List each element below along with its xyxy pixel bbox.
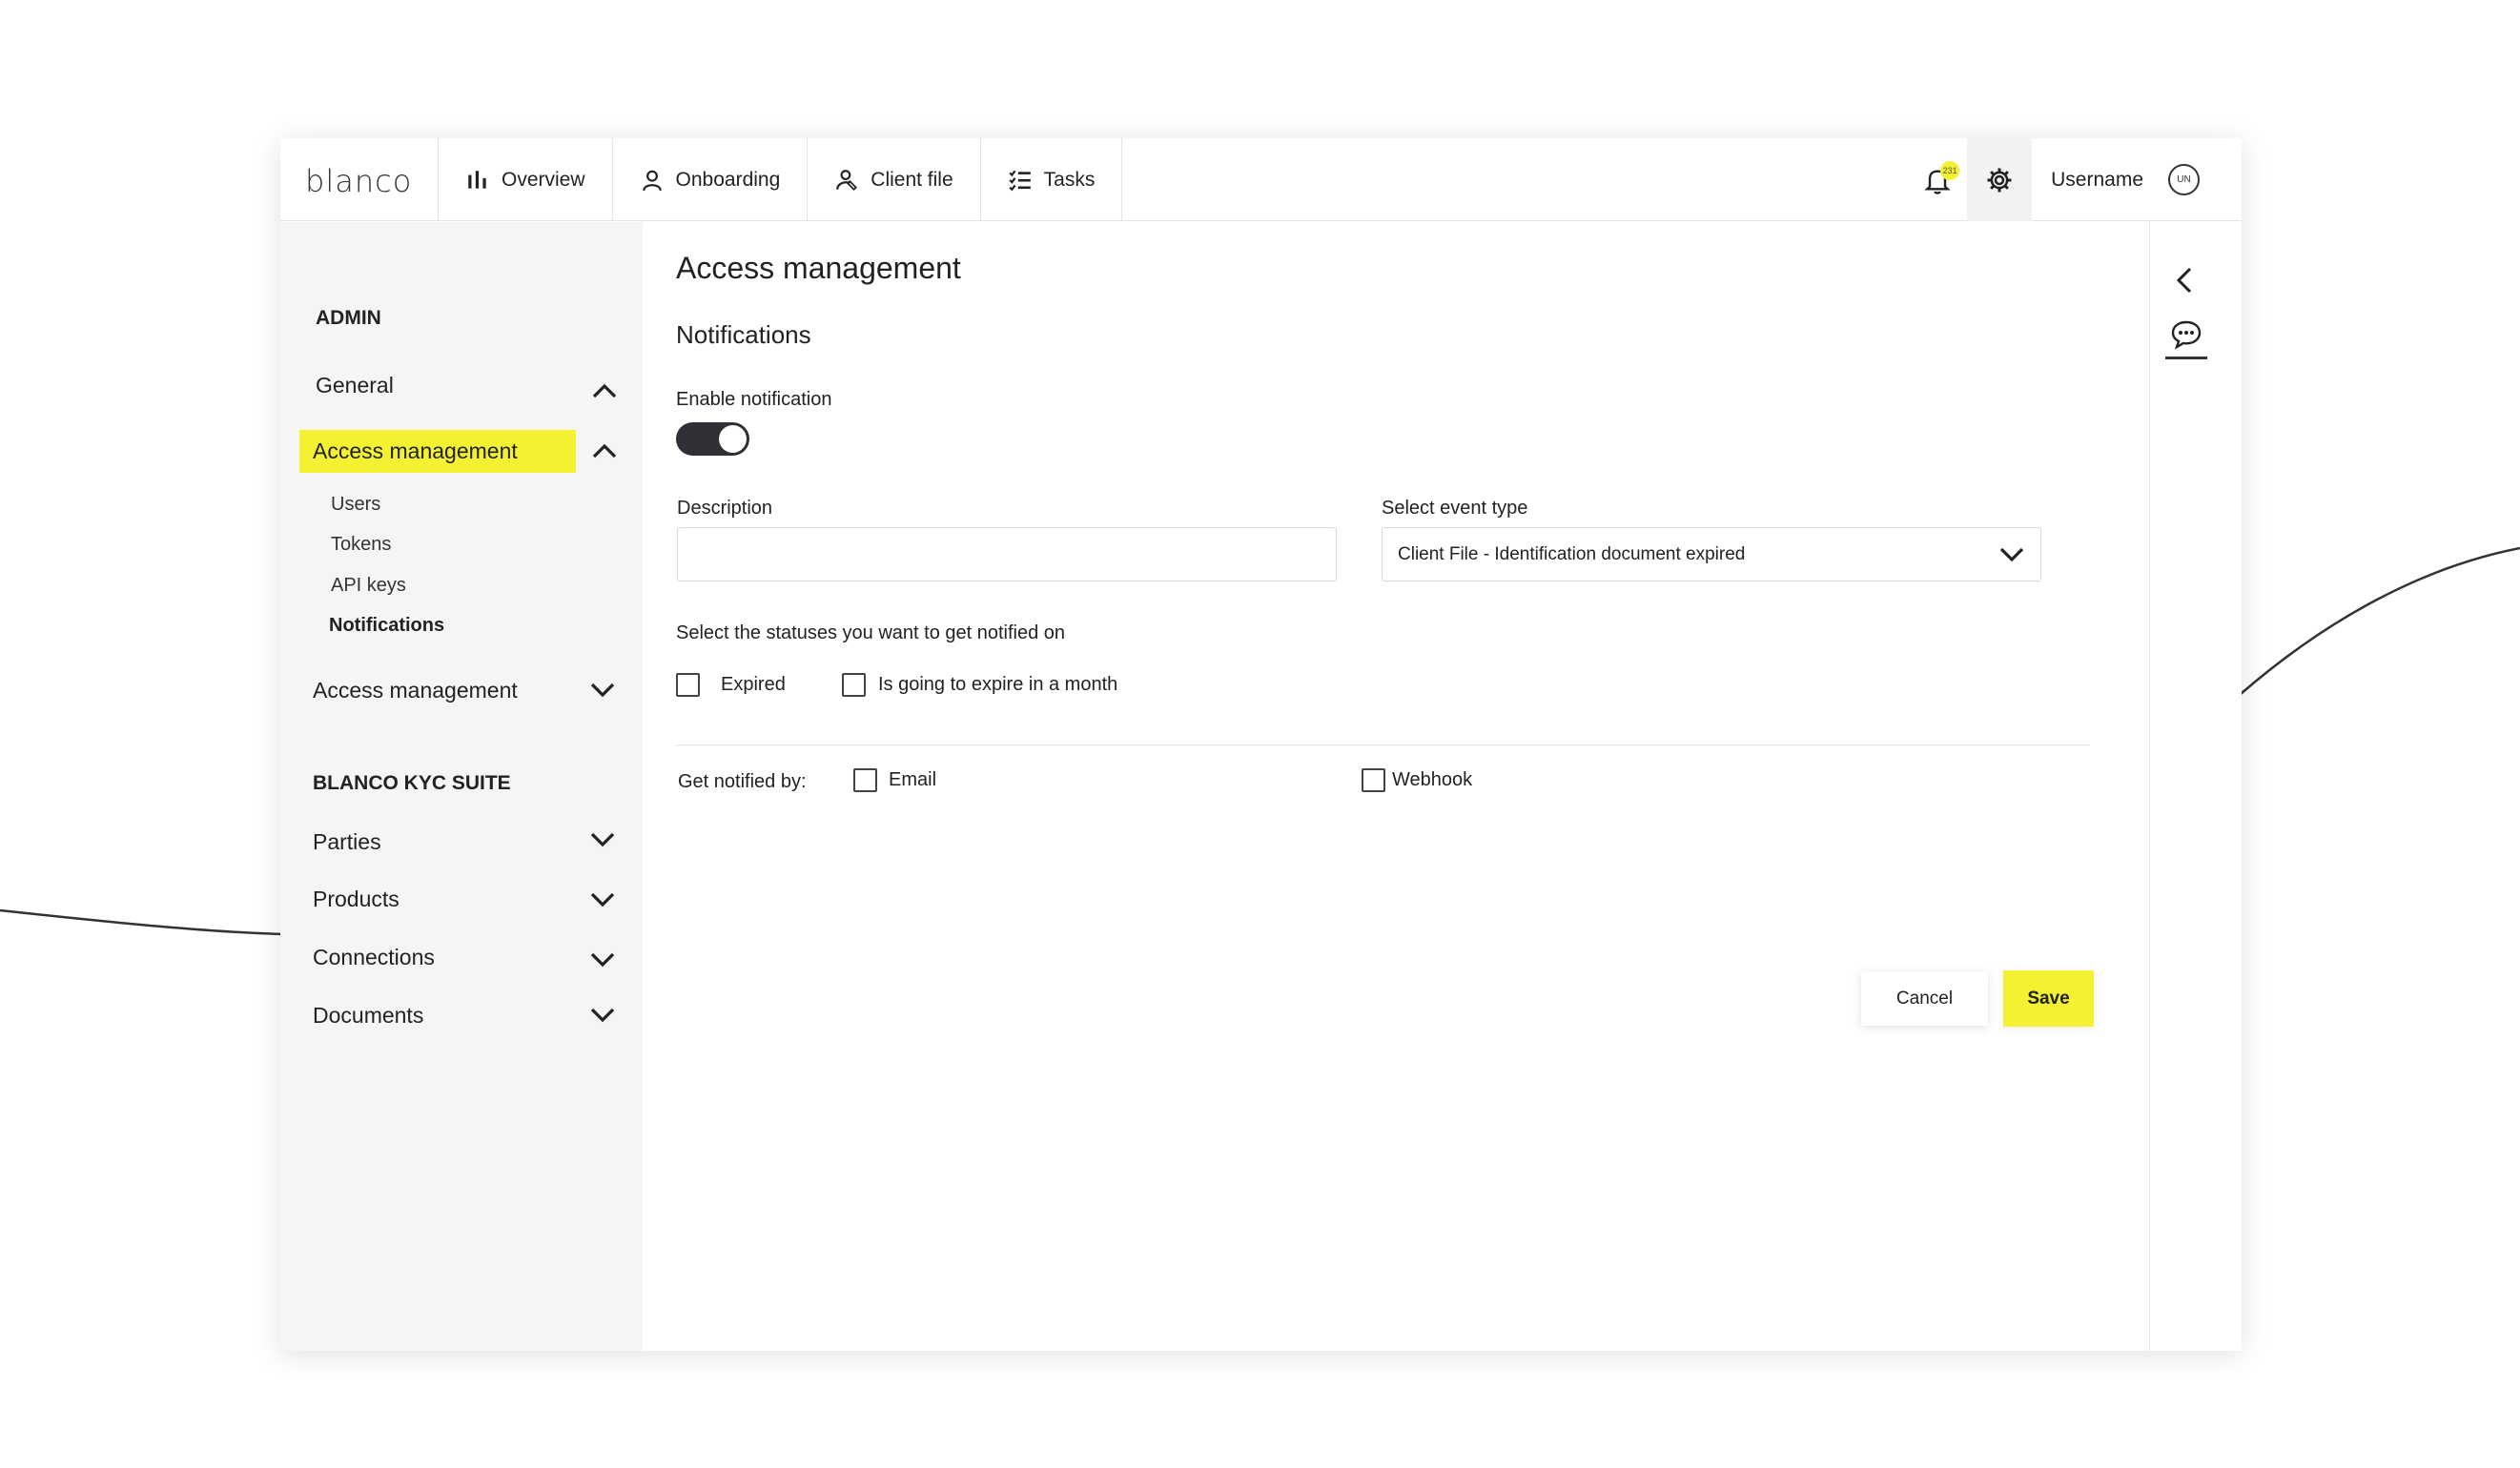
chat-tab-indicator <box>2165 357 2207 359</box>
cancel-button[interactable]: Cancel <box>1861 971 1988 1026</box>
webhook-checkbox[interactable] <box>1362 768 1385 792</box>
bar-chart-icon <box>468 170 486 189</box>
avatar[interactable]: UN <box>2168 164 2200 195</box>
right-rail <box>2149 222 2242 1351</box>
description-label: Description <box>677 498 773 519</box>
expired-checkbox[interactable] <box>676 673 700 697</box>
sidebar-subitem-users[interactable]: Users <box>331 494 380 516</box>
notification-count-badge: 231 <box>1940 161 1960 180</box>
username[interactable]: Username <box>2051 169 2143 192</box>
description-input[interactable] <box>677 527 1337 581</box>
logo: blanco <box>305 163 413 199</box>
toggle-knob <box>719 425 747 453</box>
chevron-left-icon[interactable] <box>2171 265 2198 296</box>
nav-overview-label: Overview <box>502 168 585 191</box>
sidebar: ADMIN General Access management Users To… <box>280 222 643 1351</box>
chevron-down-icon[interactable] <box>589 681 616 700</box>
chevron-down-icon[interactable] <box>589 890 616 909</box>
person-icon <box>642 170 662 191</box>
sidebar-item-documents[interactable]: Documents <box>313 1003 423 1029</box>
email-checkbox-label: Email <box>889 769 937 790</box>
main-nav: Overview Onboarding Client file Tasks <box>438 138 1123 221</box>
page-title: Access management <box>676 251 961 285</box>
enable-notification-toggle[interactable] <box>676 422 749 456</box>
top-bar: blanco Overview Onboarding Client file T… <box>280 138 2242 221</box>
nav-tasks-label: Tasks <box>1043 168 1096 191</box>
divider <box>676 744 2090 745</box>
save-button[interactable]: Save <box>2003 970 2094 1027</box>
app-window: blanco Overview Onboarding Client file T… <box>280 138 2242 1351</box>
chevron-down-icon <box>1999 547 2024 561</box>
notifications-button[interactable]: 231 <box>1908 138 1967 221</box>
chevron-down-icon[interactable] <box>589 830 616 849</box>
notified-by-label: Get notified by: <box>678 771 807 792</box>
email-checkbox[interactable] <box>853 768 877 792</box>
suite-heading: BLANCO KYC SUITE <box>313 772 511 794</box>
task-list-icon <box>1009 170 1031 191</box>
chevron-up-icon[interactable] <box>591 381 618 400</box>
chevron-down-icon[interactable] <box>589 1006 616 1025</box>
gear-icon <box>1987 168 2012 192</box>
event-type-value: Client File - Identification document ex… <box>1398 543 1746 564</box>
sidebar-item-access-management-active[interactable]: Access management <box>299 430 576 473</box>
webhook-checkbox-label: Webhook <box>1392 769 1473 790</box>
expired-checkbox-label: Expired <box>721 674 786 695</box>
sidebar-item-products[interactable]: Products <box>313 887 400 912</box>
nav-overview[interactable]: Overview <box>438 138 612 221</box>
chat-icon[interactable] <box>2169 317 2203 352</box>
chevron-up-icon[interactable] <box>591 441 618 460</box>
statuses-label: Select the statuses you want to get noti… <box>676 622 1066 643</box>
sidebar-subitem-tokens[interactable]: Tokens <box>331 534 391 556</box>
sidebar-item-general[interactable]: General <box>316 373 394 398</box>
sidebar-item-parties[interactable]: Parties <box>313 829 381 855</box>
client-file-icon <box>836 169 858 191</box>
main-content: Access management Notifications Enable n… <box>643 222 2130 1351</box>
settings-button[interactable] <box>1967 138 2033 221</box>
nav-onboarding-label: Onboarding <box>675 168 781 191</box>
expire-in-month-checkbox-label: Is going to expire in a month <box>878 674 1118 695</box>
chevron-down-icon[interactable] <box>589 950 616 969</box>
section-title: Notifications <box>676 320 811 349</box>
nav-tasks[interactable]: Tasks <box>979 138 1123 221</box>
sidebar-item-connections[interactable]: Connections <box>313 945 435 970</box>
nav-onboarding[interactable]: Onboarding <box>611 138 808 221</box>
event-type-label: Select event type <box>1382 498 1528 519</box>
nav-client-file[interactable]: Client file <box>807 138 979 221</box>
sidebar-subitem-api-keys[interactable]: API keys <box>331 575 406 597</box>
sidebar-item-access-management[interactable]: Access management <box>313 678 518 703</box>
enable-notification-label: Enable notification <box>676 389 832 410</box>
topbar-right: 231 Username UN <box>1908 138 2242 221</box>
event-type-select[interactable]: Client File - Identification document ex… <box>1382 527 2041 581</box>
admin-heading: ADMIN <box>316 307 381 329</box>
nav-client-file-label: Client file <box>871 168 953 191</box>
sidebar-subitem-notifications[interactable]: Notifications <box>329 615 444 637</box>
expire-in-month-checkbox[interactable] <box>842 673 866 697</box>
